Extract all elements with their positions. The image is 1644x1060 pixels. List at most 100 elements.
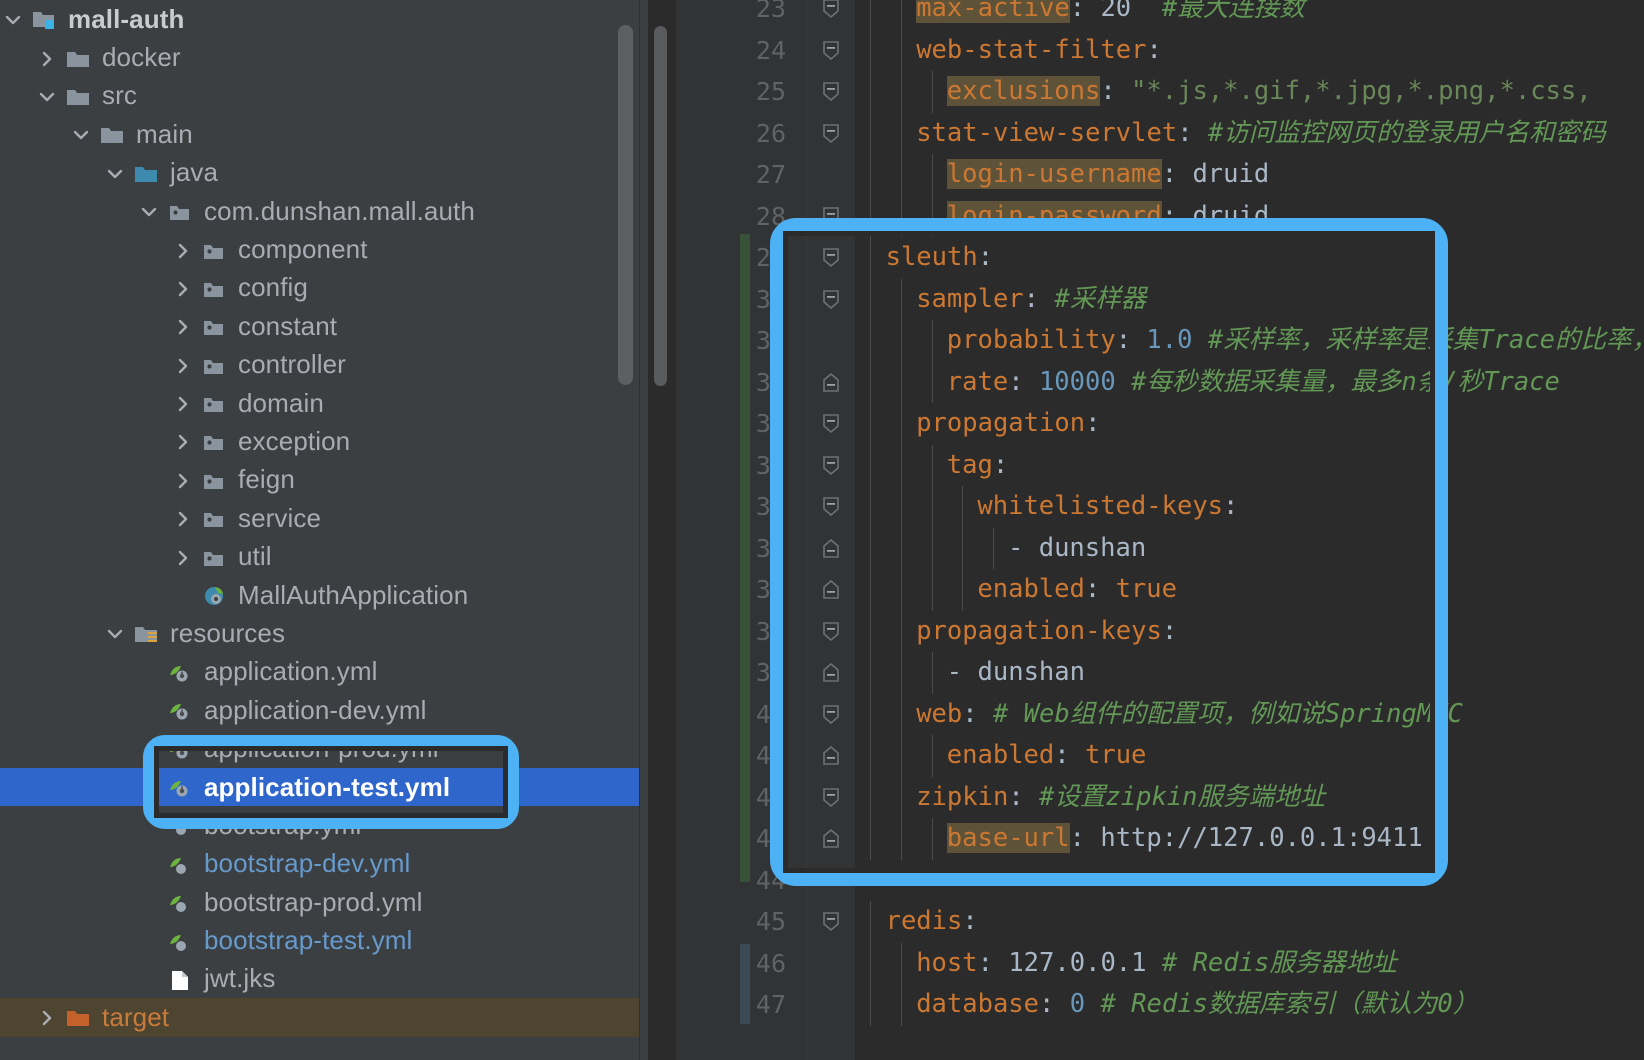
tree-item[interactable]: src (0, 77, 640, 115)
tree-item[interactable]: bootstrap-test.yml (0, 921, 640, 959)
chevron-right-icon[interactable] (170, 346, 200, 384)
code-line[interactable]: redis: (855, 901, 978, 943)
code-line[interactable]: - dunshan (855, 528, 1146, 570)
tree-item[interactable]: component (0, 230, 640, 268)
code-line[interactable]: - dunshan (855, 652, 1085, 694)
tree-item[interactable]: jwt.jks (0, 960, 640, 998)
project-tree-panel[interactable]: mall-auth docker src main java com.dunshan.ma… (0, 0, 640, 1060)
code-line[interactable]: enabled: true (855, 569, 1177, 611)
code-line[interactable]: sleuth: (855, 237, 993, 279)
tree-item[interactable]: bootstrap-dev.yml (0, 845, 640, 883)
fold-marker-icon[interactable] (819, 445, 845, 487)
editor-vertical-scrollbar[interactable] (654, 26, 667, 386)
chevron-right-icon[interactable] (170, 384, 200, 422)
fold-marker-icon[interactable] (819, 528, 845, 570)
code-line[interactable]: probability: 1.0 #采样率，采样率是采集Trace的比率， (855, 320, 1644, 362)
fold-marker-icon[interactable] (819, 652, 845, 694)
code-line[interactable]: max-active: 20 #最大连接数 (855, 0, 1305, 30)
code-line[interactable]: exclusions: "*.js,*.gif,*.jpg,*.png,*.cs… (855, 71, 1592, 113)
code-line[interactable]: whitelisted-keys: (855, 486, 1238, 528)
fold-marker-icon[interactable] (819, 196, 845, 238)
code-line[interactable]: rate: 10000 #每秒数据采集量，最多n条/秒Trace (855, 362, 1560, 404)
tree-item[interactable]: mall-auth (0, 0, 640, 38)
tree-item[interactable]: application-dev.yml (0, 691, 640, 729)
tree-item[interactable]: bootstrap-prod.yml (0, 883, 640, 921)
code-line[interactable]: login-password: druid (855, 196, 1269, 238)
code-line[interactable]: stat-view-servlet: #访问监控网页的登录用户名和密码 (855, 113, 1606, 155)
chevron-right-icon[interactable] (170, 422, 200, 460)
fold-marker-icon[interactable] (819, 0, 845, 30)
fold-marker-icon[interactable] (819, 818, 845, 860)
tree-item[interactable]: resources (0, 614, 640, 652)
fold-marker-icon[interactable] (819, 30, 845, 72)
code-content[interactable]: max-active: 20 #最大连接数 web-stat-filter: exc… (855, 0, 1644, 1060)
tree-item[interactable]: MallAuthApplication (0, 576, 640, 614)
fold-marker-icon[interactable] (819, 611, 845, 653)
tree-item[interactable]: util (0, 537, 640, 575)
chevron-right-icon[interactable] (34, 39, 64, 77)
tree-item[interactable]: docker (0, 38, 640, 76)
tree-item[interactable]: bootstrap.yml (0, 806, 640, 844)
code-line[interactable]: login-username: druid (855, 154, 1269, 196)
fold-marker-icon[interactable] (819, 486, 845, 528)
fold-marker-icon[interactable] (819, 694, 845, 736)
tree-item[interactable]: application.yml (0, 653, 640, 691)
tree-item[interactable]: domain (0, 384, 640, 422)
code-line[interactable]: database: 0 # Redis数据库索引（默认为0） (855, 984, 1478, 1026)
code-line[interactable]: host: 127.0.0.1 # Redis服务器地址 (855, 943, 1397, 985)
tree-item[interactable]: controller (0, 346, 640, 384)
tree-item[interactable]: config (0, 269, 640, 307)
fold-marker-icon[interactable] (819, 71, 845, 113)
chevron-right-icon[interactable] (170, 231, 200, 269)
fold-marker-icon[interactable] (819, 113, 845, 155)
chevron-down-icon[interactable] (102, 154, 132, 192)
code-line[interactable]: enabled: true (855, 735, 1147, 777)
chevron-down-icon[interactable] (136, 192, 166, 230)
code-line[interactable]: zipkin: #设置zipkin服务端地址 (855, 777, 1325, 819)
tree-item-label: jwt.jks (204, 963, 276, 994)
tree-item[interactable]: java (0, 154, 640, 192)
tree-item-selected[interactable]: application-test.yml (0, 767, 640, 807)
tree-item[interactable]: com.dunshan.mall.auth (0, 192, 640, 230)
code-line[interactable]: propagation-keys: (855, 611, 1177, 653)
code-token: #设置zipkin服务端地址 (1039, 781, 1325, 812)
fold-marker-icon[interactable] (819, 362, 845, 404)
code-line[interactable]: sampler: #采样器 (855, 279, 1146, 321)
chevron-right-icon[interactable] (170, 461, 200, 499)
sidebar-vertical-scrollbar[interactable] (618, 25, 633, 385)
tree-item[interactable]: target (0, 998, 640, 1037)
chevron-right-icon[interactable] (170, 269, 200, 307)
tree-item[interactable]: constant (0, 307, 640, 345)
code-line[interactable]: web: # Web组件的配置项，例如说SpringMVC (855, 694, 1463, 736)
tree-item[interactable]: exception (0, 422, 640, 460)
tree-item[interactable]: feign (0, 461, 640, 499)
code-line[interactable]: web-stat-filter: (855, 30, 1162, 72)
chevron-right-icon[interactable] (170, 499, 200, 537)
fold-marker-icon[interactable] (819, 569, 845, 611)
fold-gutter[interactable] (807, 0, 855, 1060)
chevron-right-icon[interactable] (34, 998, 64, 1036)
fold-marker-icon[interactable] (819, 777, 845, 819)
tree-item[interactable]: application-prod.yml (0, 729, 640, 767)
fold-marker-icon[interactable] (819, 735, 845, 777)
chevron-down-icon[interactable] (68, 115, 98, 153)
tree-item[interactable]: service (0, 499, 640, 537)
code-line[interactable]: propagation: (855, 403, 1100, 445)
spring-leaf-icon (166, 845, 200, 883)
project-tree[interactable]: mall-auth docker src main java com.dunshan.ma… (0, 0, 640, 1037)
fold-marker-icon[interactable] (819, 279, 845, 321)
chevron-down-icon[interactable] (34, 77, 64, 115)
code-editor-panel[interactable]: 23 24 25 26 27 28 29 30 31 32 33 34 35 36 37 38 39 40 41 42… (640, 0, 1644, 1060)
tree-item[interactable]: main (0, 115, 640, 153)
chevron-down-icon[interactable] (102, 614, 132, 652)
fold-marker-icon[interactable] (819, 901, 845, 943)
fold-marker-icon[interactable] (819, 403, 845, 445)
chevron-right-icon[interactable] (170, 307, 200, 345)
chevron-down-icon[interactable] (0, 0, 30, 38)
code-line[interactable]: tag: (855, 445, 1008, 487)
fold-marker-icon[interactable] (819, 237, 845, 279)
code-line[interactable]: base-url: http://127.0.0.1:9411 (855, 818, 1423, 860)
chevron-right-icon[interactable] (170, 538, 200, 576)
